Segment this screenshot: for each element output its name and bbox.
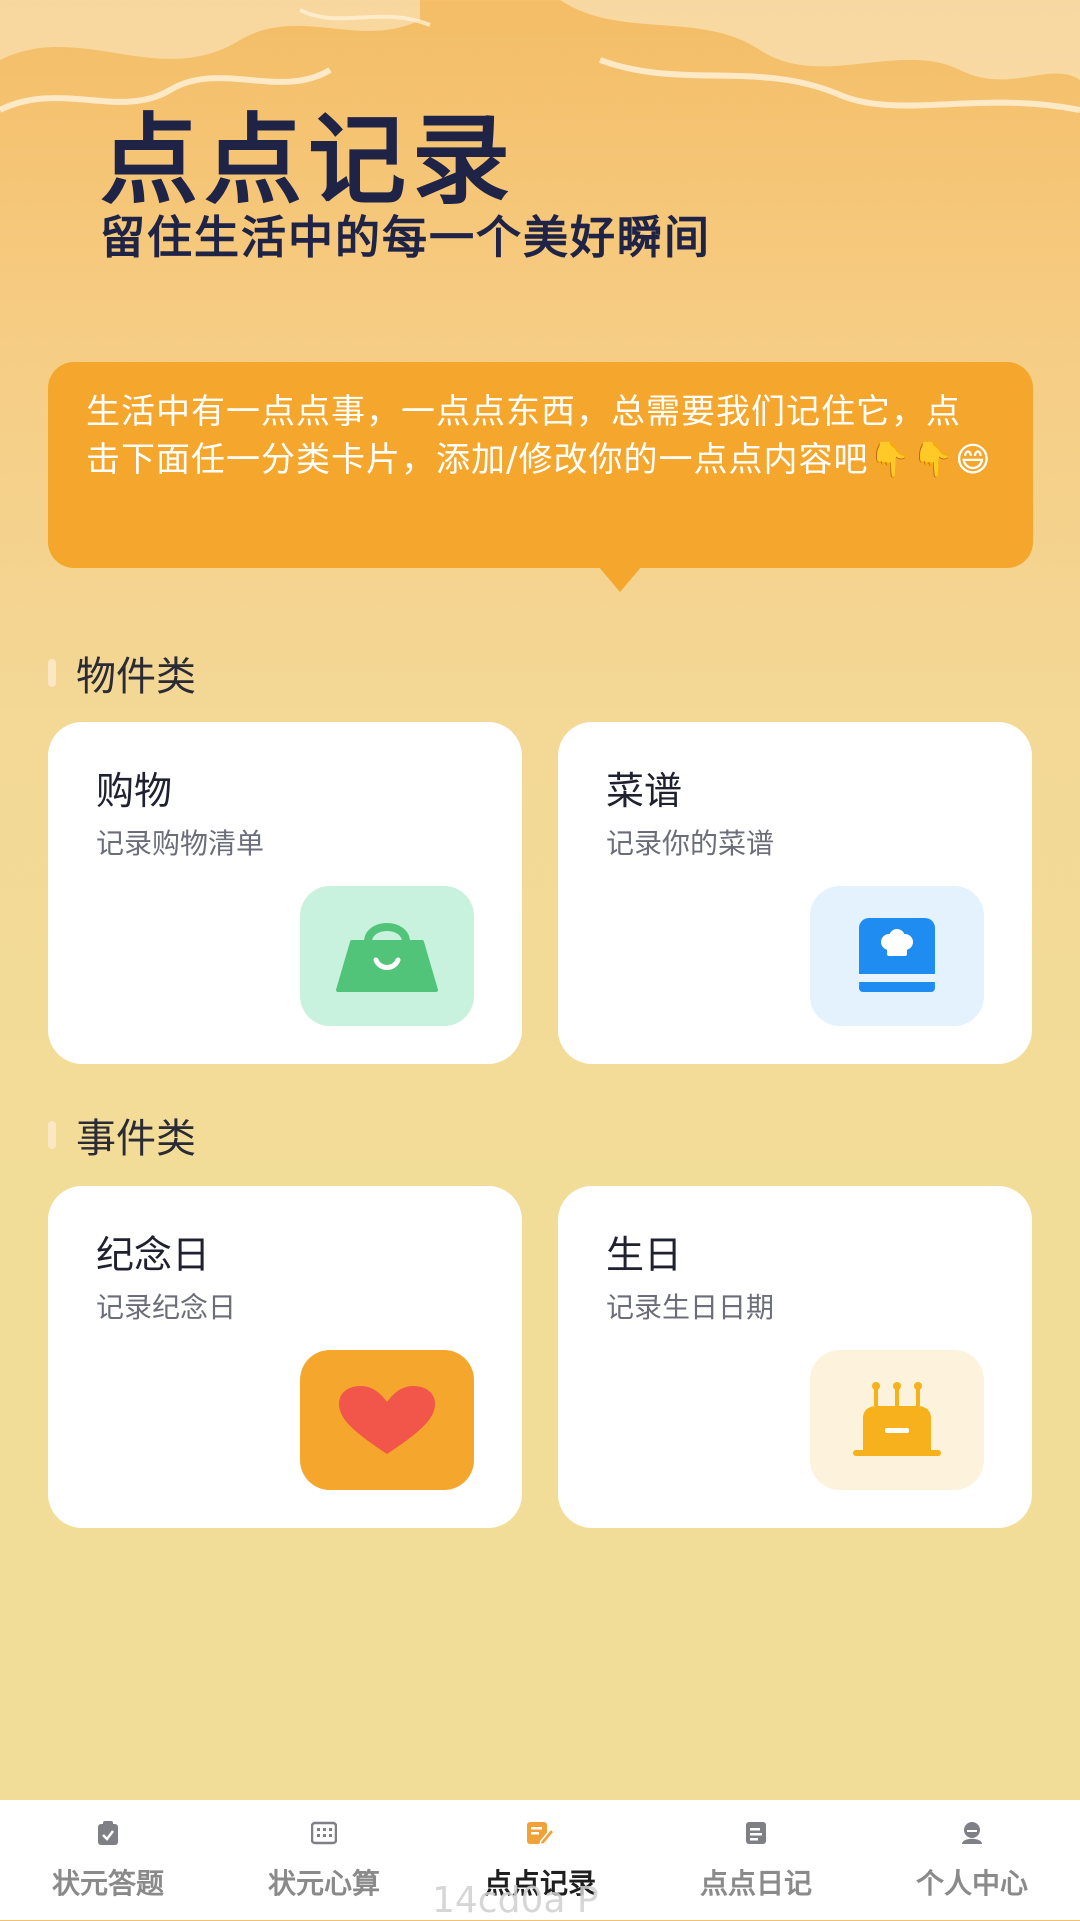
page-title: 点点记录: [100, 104, 517, 218]
section-header-events: 事件类: [48, 1106, 196, 1164]
tab-answer[interactable]: 状元答题: [0, 1800, 216, 1920]
tab-label: 状元答题: [51, 1867, 164, 1900]
section-title: 事件类: [76, 1116, 196, 1162]
card-title: 菜谱: [606, 769, 683, 813]
card-title: 购物: [96, 769, 173, 813]
section-title: 物件类: [76, 654, 196, 700]
card-birthday[interactable]: 生日 记录生日日期: [558, 1186, 1032, 1528]
section-marker: [48, 1121, 56, 1149]
tab-profile[interactable]: 个人中心: [864, 1800, 1080, 1920]
birthday-cake-icon: [810, 1350, 984, 1490]
section-marker: [48, 659, 56, 687]
recipe-book-icon: [810, 886, 984, 1026]
card-shopping[interactable]: 购物 记录购物清单: [48, 722, 522, 1064]
tab-label: 个人中心: [915, 1867, 1028, 1900]
shopping-bag-icon: [300, 886, 474, 1026]
card-title: 生日: [606, 1233, 683, 1277]
user-icon: [957, 1818, 987, 1848]
diary-icon: [741, 1818, 771, 1848]
watermark-text: 14cd0a P: [432, 1880, 599, 1921]
calculator-icon: [309, 1818, 339, 1848]
intro-text: 生活中有一点点事，一点点东西，总需要我们记住它，点击下面任一分类卡片，添加/修改…: [86, 392, 992, 480]
clipboard-check-icon: [93, 1818, 123, 1848]
card-description: 记录购物清单: [96, 827, 265, 860]
tab-mental-math[interactable]: 状元心算: [216, 1800, 432, 1920]
tab-label: 状元心算: [267, 1867, 380, 1900]
heart-icon: [300, 1350, 474, 1490]
page-subtitle: 留住生活中的每一个美好瞬间: [100, 211, 712, 264]
card-description: 记录纪念日: [96, 1291, 237, 1324]
tab-label: 点点日记: [699, 1867, 812, 1900]
tab-diary[interactable]: 点点日记: [648, 1800, 864, 1920]
card-description: 记录你的菜谱: [606, 827, 775, 860]
card-title: 纪念日: [96, 1233, 211, 1277]
card-description: 记录生日日期: [606, 1291, 775, 1324]
edit-note-icon: [525, 1818, 555, 1848]
card-recipe[interactable]: 菜谱 记录你的菜谱: [558, 722, 1032, 1064]
card-anniversary[interactable]: 纪念日 记录纪念日: [48, 1186, 522, 1528]
intro-bubble: 生活中有一点点事，一点点东西，总需要我们记住它，点击下面任一分类卡片，添加/修改…: [48, 362, 1033, 592]
section-header-items: 物件类: [48, 644, 196, 702]
